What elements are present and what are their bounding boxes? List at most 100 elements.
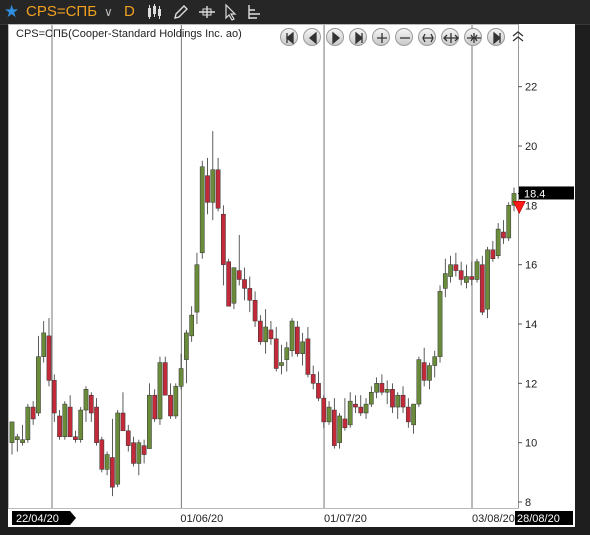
candle-body bbox=[342, 418, 348, 429]
candle-body bbox=[432, 356, 438, 366]
symbol-label[interactable]: CPS=СПБ bbox=[26, 0, 97, 24]
toolbar: ★ CPS=СПБ ∨ D bbox=[0, 0, 590, 25]
candle-body bbox=[189, 314, 195, 337]
candle-body bbox=[374, 383, 379, 393]
candle-body bbox=[479, 264, 485, 313]
y-tick-label: 20 bbox=[525, 141, 537, 153]
candle-body bbox=[147, 394, 152, 449]
candle-body bbox=[379, 383, 385, 393]
candle-body bbox=[51, 380, 57, 414]
candle-body bbox=[184, 332, 189, 360]
candle-body bbox=[305, 338, 311, 375]
last-button[interactable] bbox=[487, 28, 505, 46]
candle-body bbox=[173, 386, 179, 417]
candle-body bbox=[411, 403, 416, 426]
period-label[interactable]: D bbox=[124, 0, 135, 24]
first-icon bbox=[285, 31, 294, 45]
candle-body bbox=[46, 335, 52, 381]
candle-body bbox=[395, 394, 401, 408]
candle-body bbox=[363, 403, 369, 414]
expand-icon bbox=[443, 33, 459, 43]
next-icon bbox=[355, 31, 364, 45]
next-button[interactable] bbox=[349, 28, 367, 46]
candle-body bbox=[300, 341, 305, 354]
expand-button[interactable] bbox=[441, 28, 459, 46]
candle-body bbox=[316, 383, 321, 399]
x-tick-label: 28/08/20 bbox=[517, 513, 560, 525]
candle-body bbox=[337, 415, 342, 443]
y-tick-label: 18 bbox=[525, 200, 537, 212]
candle-body bbox=[294, 326, 300, 354]
prev-button[interactable] bbox=[303, 28, 321, 46]
candle-body bbox=[501, 231, 506, 239]
candle-body bbox=[321, 397, 327, 423]
compress-button[interactable] bbox=[464, 28, 482, 46]
candle-body bbox=[120, 412, 126, 432]
zoom-fit-icon bbox=[422, 33, 434, 43]
candle-body bbox=[36, 356, 41, 414]
star-icon[interactable]: ★ bbox=[4, 0, 19, 24]
zoom-out-button[interactable] bbox=[395, 28, 413, 46]
candle-body bbox=[104, 454, 110, 470]
pencil-icon[interactable] bbox=[172, 3, 190, 21]
candle-body bbox=[416, 359, 422, 405]
collapse-button[interactable] bbox=[509, 28, 527, 46]
candlestick-chart[interactable]: 8 10 12 14 16 18 20 22 18.4 22/04/20 01/06/20 01/07… bbox=[8, 24, 575, 527]
x-tick-label: 01/06/20 bbox=[180, 513, 223, 525]
crosshair-icon[interactable] bbox=[198, 3, 216, 21]
y-tick-label: 12 bbox=[525, 378, 537, 390]
candle-body bbox=[474, 261, 480, 280]
candle-body bbox=[57, 415, 62, 437]
candle-body bbox=[41, 332, 47, 357]
candle-body bbox=[437, 291, 443, 357]
candle-body bbox=[30, 406, 36, 420]
candle-body bbox=[194, 264, 200, 313]
candle-body bbox=[273, 338, 279, 369]
candle-body bbox=[67, 406, 73, 437]
candle-body bbox=[384, 389, 390, 393]
play-button[interactable] bbox=[326, 28, 344, 46]
candle-body bbox=[178, 368, 184, 387]
candle-body bbox=[78, 409, 84, 440]
zoom-out-icon bbox=[400, 37, 410, 39]
candle-body bbox=[247, 288, 253, 301]
candle-body bbox=[94, 406, 99, 443]
last-icon bbox=[493, 31, 502, 45]
candle-body bbox=[490, 249, 496, 259]
plot-area bbox=[8, 24, 519, 509]
zoom-in-button[interactable] bbox=[372, 28, 390, 46]
candle-body bbox=[199, 166, 205, 254]
candle-body bbox=[506, 205, 512, 239]
candle-body bbox=[152, 394, 158, 420]
candle-body bbox=[226, 261, 232, 307]
candle-body bbox=[353, 403, 358, 408]
candle-body bbox=[83, 389, 89, 411]
chevron-down-icon[interactable]: ∨ bbox=[104, 0, 113, 24]
candle-body bbox=[215, 169, 221, 209]
y-tick-label: 8 bbox=[525, 497, 531, 509]
zoom-fit-button[interactable] bbox=[418, 28, 436, 46]
candle-body bbox=[136, 442, 142, 464]
candle-body bbox=[210, 169, 216, 203]
first-button[interactable] bbox=[280, 28, 298, 46]
candlestick-icon[interactable] bbox=[146, 3, 164, 21]
candle-body bbox=[485, 249, 490, 310]
candle-body bbox=[242, 279, 247, 289]
prev-icon bbox=[308, 31, 317, 45]
cursor-icon[interactable] bbox=[222, 3, 240, 21]
candle-body bbox=[310, 374, 316, 384]
candle-body bbox=[469, 276, 475, 280]
candle-body bbox=[131, 442, 136, 464]
compress-icon bbox=[467, 33, 481, 43]
candle-body bbox=[231, 267, 237, 304]
candle-body bbox=[453, 264, 459, 271]
indicator-icon[interactable] bbox=[246, 3, 264, 21]
chart-subtitle: CPS=СПБ(Cooper-Standard Holdings Inc. ao… bbox=[16, 28, 242, 40]
candle-body bbox=[284, 347, 290, 360]
candle-body bbox=[347, 400, 353, 426]
candle-body bbox=[358, 406, 364, 414]
candle-body bbox=[400, 394, 406, 408]
candle-body bbox=[390, 389, 395, 408]
chart-panel[interactable]: 8 10 12 14 16 18 20 22 18.4 22/04/20 01/06/20 01/07… bbox=[8, 24, 575, 527]
candle-body bbox=[168, 394, 173, 417]
